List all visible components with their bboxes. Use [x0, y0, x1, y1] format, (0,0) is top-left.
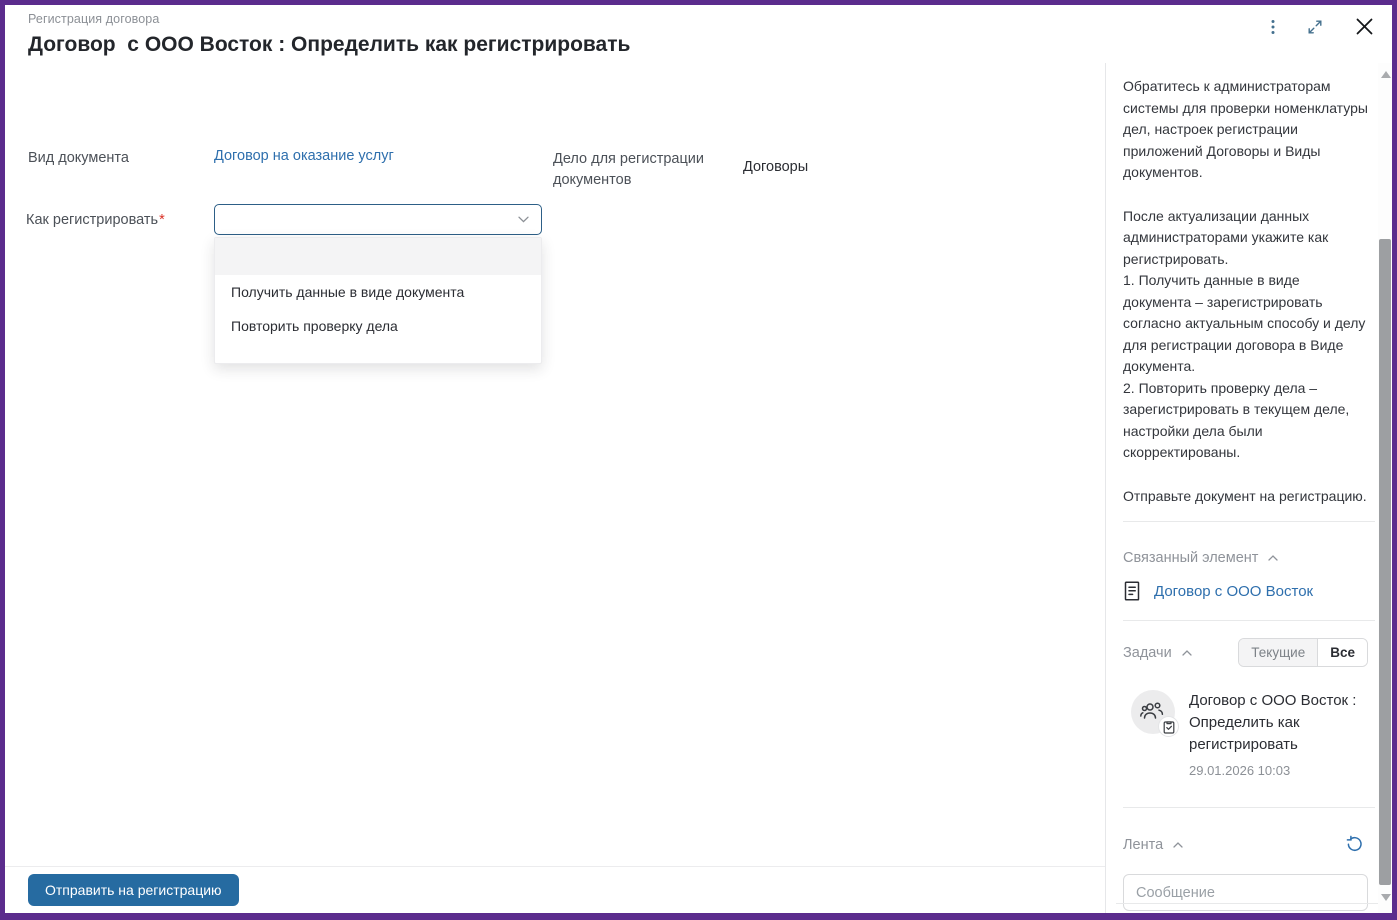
form-footer: Отправить на регистрацию [5, 866, 1105, 913]
info-sidebar: Обратитесь к администраторам системы для… [1105, 63, 1392, 913]
kebab-menu-icon [1271, 19, 1275, 35]
tasks-collapse-button[interactable] [1180, 648, 1194, 658]
sidebar-divider [1123, 620, 1375, 621]
help-paragraph-3: 1. Получить данные в виде документа – за… [1123, 272, 1366, 374]
form-area: Вид документа Договор на оказание услуг … [5, 63, 1105, 913]
doc-type-link[interactable]: Договор на оказание услуг [214, 148, 394, 164]
expand-button[interactable] [1303, 15, 1327, 39]
chevron-down-icon [518, 216, 529, 223]
chevron-up-icon [1173, 841, 1183, 848]
page-title: Договор с ООО Восток : Определить как ре… [28, 33, 631, 56]
feed-section-header: Лента [1123, 831, 1368, 858]
scrollbar-thumb[interactable] [1379, 239, 1391, 885]
feed-refresh-button[interactable] [1341, 831, 1368, 858]
sidebar-scrollbar[interactable] [1378, 63, 1392, 913]
submit-registration-button[interactable]: Отправить на регистрацию [28, 874, 239, 906]
related-section-title: Связанный элемент [1123, 550, 1259, 566]
required-asterisk: * [159, 212, 165, 228]
header-actions [1267, 13, 1378, 40]
how-register-label: Как регистрировать* [26, 212, 165, 228]
refresh-undo-icon [1345, 835, 1364, 854]
tasks-filter-group: Текущие Все [1238, 638, 1368, 667]
related-section-header: Связанный элемент [1123, 550, 1368, 566]
document-icon [1123, 581, 1141, 601]
breadcrumb: Регистрация договора [28, 12, 160, 26]
case-label: Дело для регистрации документов [553, 151, 704, 188]
registration-dialog: Регистрация договора Договор с ООО Восто… [0, 0, 1397, 920]
tasks-section-title: Задачи [1123, 644, 1172, 661]
expand-icon [1307, 19, 1323, 35]
dropdown-option-empty[interactable] [215, 238, 541, 275]
how-register-dropdown: Получить данные в виде документа Повтори… [214, 237, 542, 364]
tasks-section-header: Задачи Текущие Все [1123, 638, 1368, 667]
dropdown-option-get-data[interactable]: Получить данные в виде документа [215, 275, 541, 309]
related-collapse-button[interactable] [1266, 553, 1280, 563]
task-list-item[interactable]: Договор с ООО Восток : Определить как ре… [1123, 690, 1368, 778]
task-title[interactable]: Договор с ООО Восток : Определить как ре… [1189, 690, 1368, 756]
help-text: Обратитесь к администраторам системы для… [1123, 76, 1368, 507]
tasks-filter-all-button[interactable]: Все [1317, 639, 1367, 666]
feed-collapse-button[interactable] [1171, 840, 1185, 850]
sidebar-divider [1116, 903, 1378, 904]
help-paragraph-2: После актуализации данных администратора… [1123, 207, 1329, 267]
tasks-filter-current-button[interactable]: Текущие [1239, 639, 1318, 666]
how-register-select[interactable] [214, 204, 542, 235]
doc-type-label: Вид документа [28, 150, 129, 166]
case-value: Договоры [743, 159, 809, 175]
dialog-header: Регистрация договора Договор с ООО Восто… [5, 5, 1392, 63]
related-item-link[interactable]: Договор с ООО Восток [1154, 583, 1313, 600]
help-paragraph-5: Отправьте документ на регистрацию. [1123, 487, 1367, 504]
help-paragraph-1: Обратитесь к администраторам системы для… [1123, 78, 1368, 180]
help-paragraph-4: 2. Повторить проверку дела – зарегистрир… [1123, 379, 1350, 461]
kebab-menu-button[interactable] [1267, 15, 1279, 39]
dropdown-option-recheck-case[interactable]: Повторить проверку дела [215, 309, 541, 343]
clipboard-check-icon [1158, 716, 1179, 737]
related-item: Договор с ООО Восток [1123, 581, 1368, 601]
scroll-up-arrow-icon[interactable] [1381, 71, 1391, 78]
chevron-up-icon [1182, 649, 1192, 656]
sidebar-divider [1123, 807, 1375, 808]
message-input[interactable] [1123, 874, 1368, 911]
scroll-down-arrow-icon[interactable] [1381, 894, 1391, 901]
close-icon [1355, 17, 1374, 36]
task-avatar [1131, 690, 1179, 737]
chevron-up-icon [1268, 555, 1279, 561]
task-timestamp: 29.01.2026 10:03 [1189, 763, 1291, 778]
close-button[interactable] [1351, 13, 1378, 40]
feed-section-title: Лента [1123, 836, 1164, 853]
sidebar-divider [1123, 521, 1375, 522]
